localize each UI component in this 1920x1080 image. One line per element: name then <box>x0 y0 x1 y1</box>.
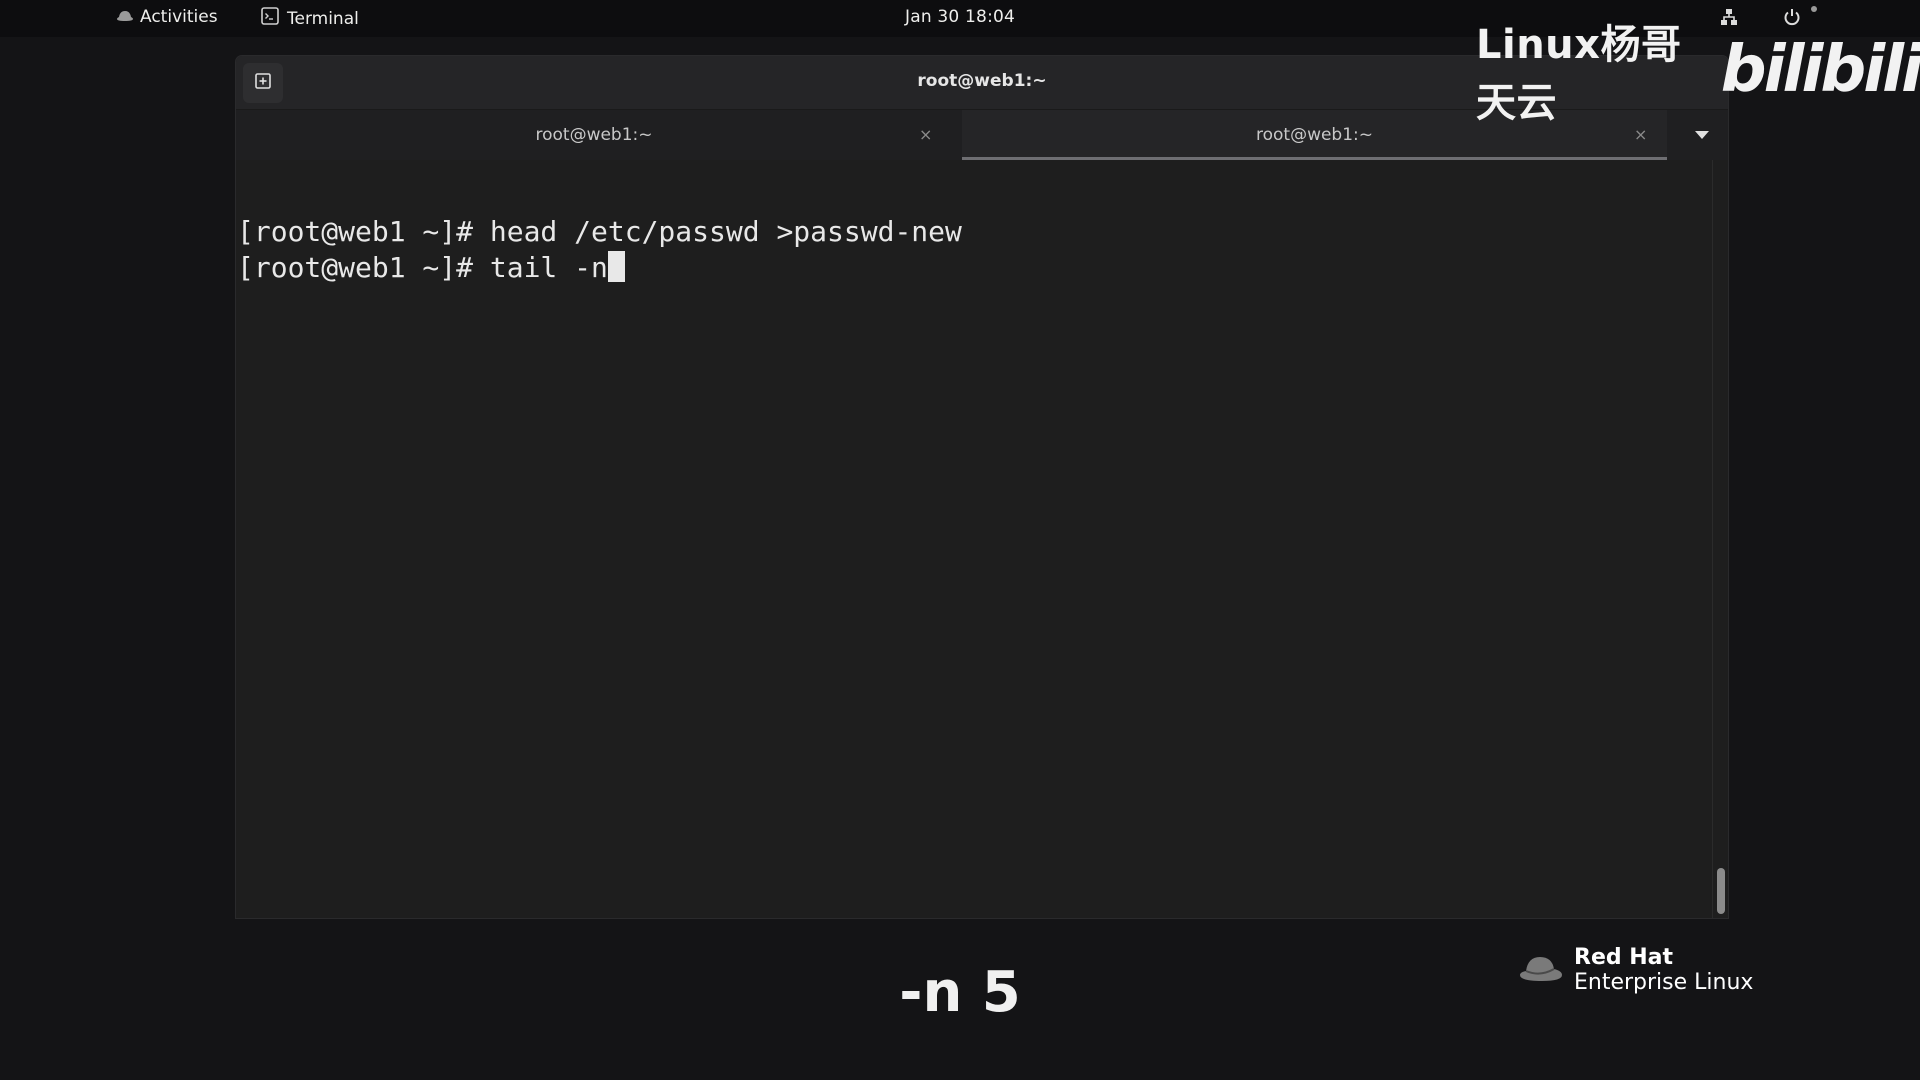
terminal-icon <box>261 7 279 30</box>
app-menu-terminal[interactable]: Terminal <box>261 7 359 30</box>
terminal-line: [root@web1 ~]# head /etc/passwd >passwd-… <box>237 215 962 248</box>
chevron-down-icon[interactable] <box>1692 125 1712 145</box>
tab-label: root@web1:~ <box>535 125 653 145</box>
redhat-fedora-icon <box>116 7 134 27</box>
watermark: Linux杨哥天云 bilibili <box>1476 22 1920 126</box>
app-menu-label: Terminal <box>287 8 359 29</box>
close-icon[interactable]: × <box>919 125 932 144</box>
tab-label: root@web1:~ <box>1255 125 1374 145</box>
terminal-line-text: [root@web1 ~]# tail -n <box>237 251 608 284</box>
terminal-line-current: [root@web1 ~]# tail -n <box>237 250 1712 286</box>
clock[interactable]: Jan 30 18:04 <box>905 7 1015 27</box>
terminal-window: root@web1:~ root@web1:~ × root@web1:~ × … <box>236 56 1728 918</box>
activities-label: Activities <box>140 7 218 27</box>
tab-1[interactable]: root@web1:~ × <box>236 110 952 160</box>
scrollbar[interactable] <box>1712 160 1728 918</box>
network-icon[interactable] <box>1720 8 1738 31</box>
power-icon[interactable] <box>1782 7 1802 32</box>
watermark-text: Linux杨哥天云 <box>1476 22 1682 126</box>
redhat-logo: Red Hat Enterprise Linux <box>1518 946 1753 996</box>
activities-button[interactable]: Activities <box>116 7 218 27</box>
brand-line-1: Red Hat <box>1574 945 1674 970</box>
bilibili-logo: bilibili <box>1720 33 1920 107</box>
text-cursor <box>607 251 625 282</box>
terminal-output[interactable]: [root@web1 ~]# head /etc/passwd >passwd-… <box>236 160 1712 918</box>
scrollbar-thumb[interactable] <box>1717 868 1725 914</box>
brand-line-2: Enterprise Linux <box>1574 970 1754 995</box>
redhat-hat-icon <box>1518 953 1564 989</box>
notification-dot <box>1811 6 1817 12</box>
